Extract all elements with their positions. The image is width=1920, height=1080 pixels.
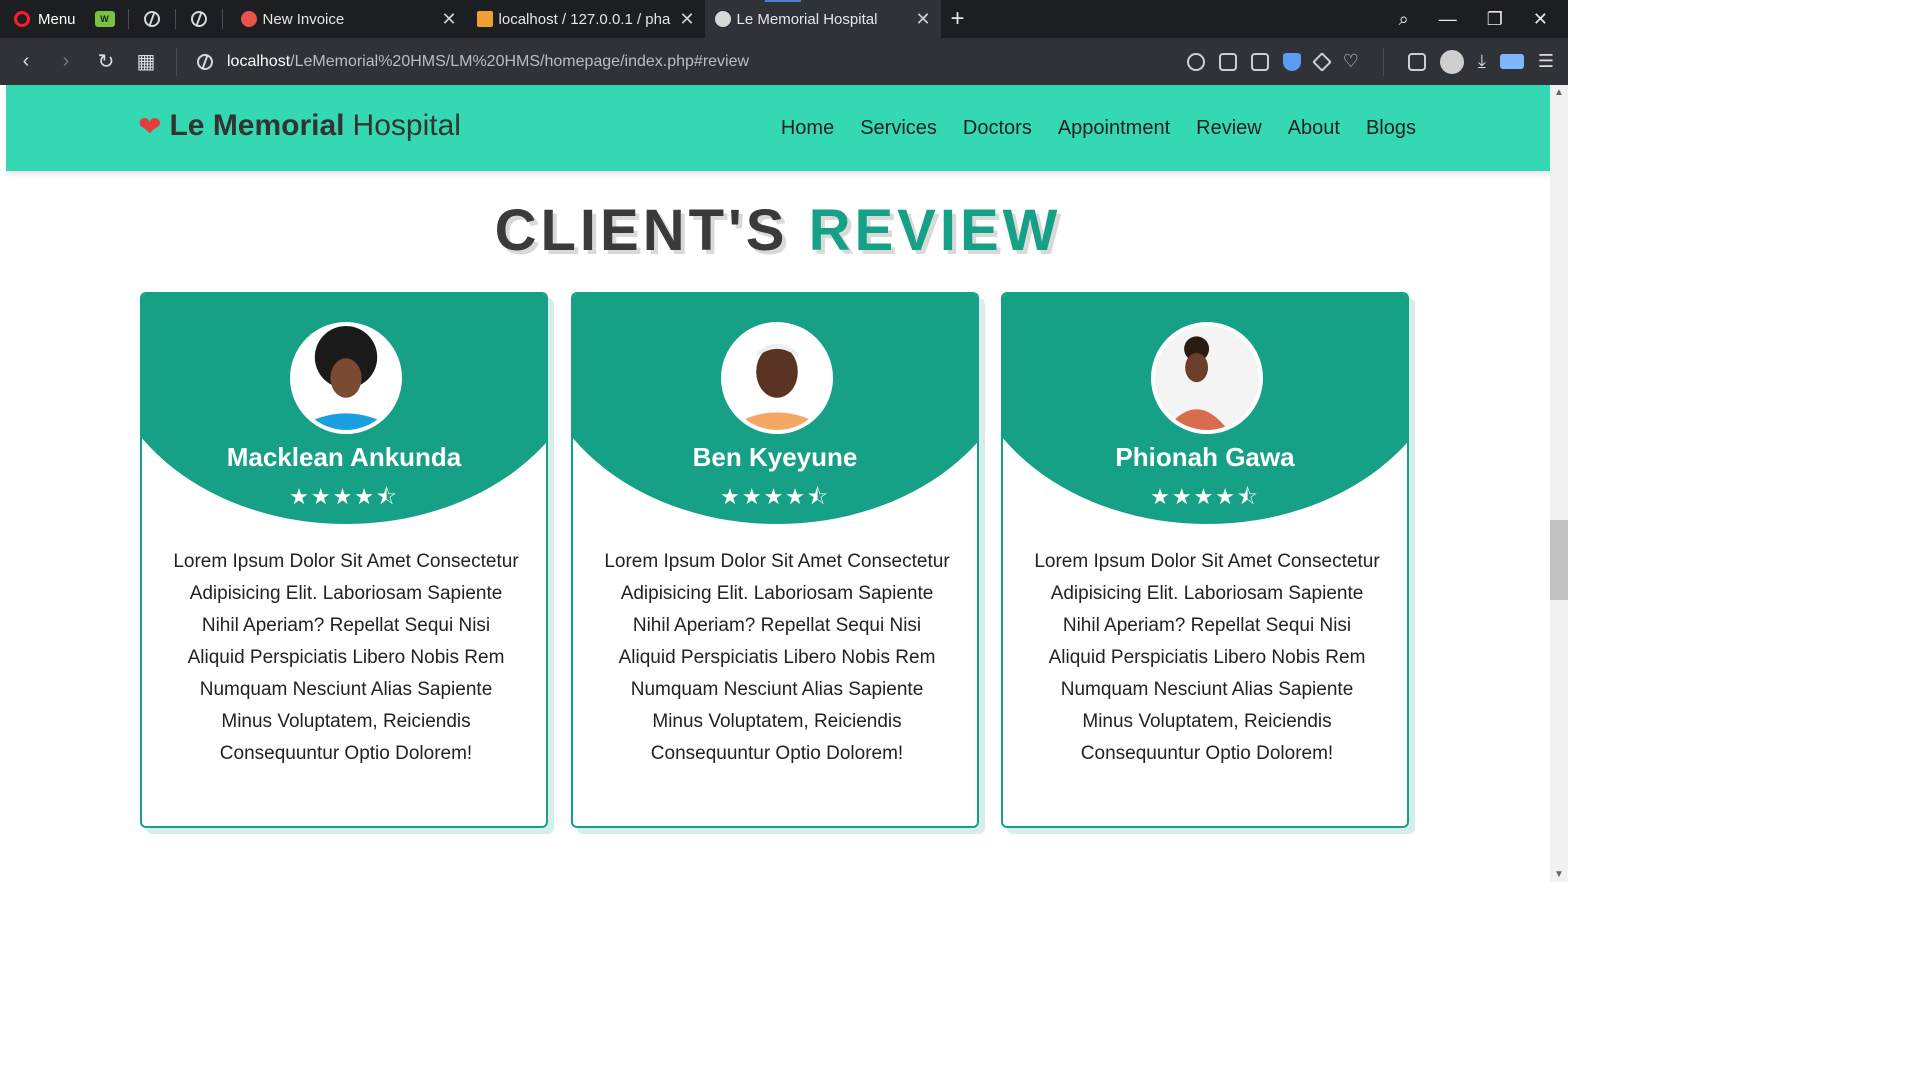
back-icon[interactable]: ‹ [6,50,46,73]
site-logo[interactable]: ❤ Le Memorial Hospital [138,109,461,143]
globe-favicon-icon [714,11,731,27]
nav-services[interactable]: Services [860,117,937,140]
half-star-icon: ⯪ [807,484,830,509]
address-separator [176,47,177,76]
phpmyadmin-favicon-icon [476,11,493,27]
address-bar-row: ‹ › ↻ ▦ localhost/LeMemorial%20HMS/LM%20… [0,38,1568,85]
minimize-icon[interactable]: — [1439,9,1457,30]
reviewer-name: Ben Kyeyune [692,442,858,472]
url-path: /LeMemorial%20HMS/LM%20HMS/homepage/inde… [290,52,750,70]
tab-separator [174,9,176,29]
review-text: Lorem Ipsum Dolor Sit Amet Consectetur A… [173,551,519,764]
easy-setup-icon[interactable]: ☰ [1538,51,1554,72]
browser-menu-button[interactable]: Menu [0,0,90,38]
download-icon[interactable]: ⤓ [1478,51,1486,72]
tab-title: Le Memorial Hospital [736,10,878,28]
edit-icon[interactable] [1218,52,1237,71]
speed-dial-icon[interactable]: ▦ [126,49,166,74]
section-title-accent: REVIEW [808,198,1062,263]
star-rating: ★★★★⯪ [289,484,399,509]
opera-logo-icon [14,11,30,27]
nav-about[interactable]: About [1288,117,1340,140]
reviewer-avatar [290,322,402,434]
tab-title: New Invoice [262,10,345,28]
tab-separator [127,9,129,29]
browser-tab-bar: Menu W New Invoice ✕ localhost / 127.0.0… [0,0,1568,38]
new-tab-button[interactable]: + [951,5,965,33]
close-tab-icon[interactable]: ✕ [441,9,456,30]
star-rating: ★★★★⯪ [1150,484,1260,509]
half-star-icon: ⯪ [1237,484,1260,509]
reviewer-name: Macklean Ankunda [226,442,462,472]
review-text: Lorem Ipsum Dolor Sit Amet Consectetur A… [604,551,950,764]
scroll-up-icon[interactable]: ▲ [1554,87,1564,98]
logo-regular-text: Hospital [352,109,461,142]
heart-icon[interactable]: ♡ [1343,51,1359,72]
close-tab-icon[interactable]: ✕ [915,9,930,30]
nav-home[interactable]: Home [781,117,834,140]
reload-icon[interactable]: ↻ [86,49,126,74]
page-viewport: ❤ Le Memorial Hospital Home Services Doc… [6,85,1550,882]
browser-tab-active[interactable]: Le Memorial Hospital ✕ [704,0,941,38]
url-host: localhost [227,52,291,70]
send-icon[interactable] [1311,51,1332,72]
section-title-part1: CLIENT'S [494,198,789,263]
adblock-shield-icon[interactable] [1282,52,1301,71]
globe-pinned-icon[interactable] [188,8,210,30]
profile-avatar-icon[interactable] [1439,49,1464,74]
restore-icon[interactable]: ❐ [1487,9,1503,30]
globe-pinned-icon[interactable] [141,8,163,30]
nav-review[interactable]: Review [1196,117,1262,140]
address-separator [1382,47,1384,76]
heartbeat-icon: ❤ [138,110,162,142]
tab-title: localhost / 127.0.0.1 / phar [498,10,672,28]
browser-tab[interactable]: localhost / 127.0.0.1 / phar ✕ [467,0,705,38]
nav-blogs[interactable]: Blogs [1366,117,1416,140]
scroll-down-icon[interactable]: ▼ [1554,869,1564,880]
close-window-icon[interactable]: ✕ [1533,9,1548,30]
reviewer-name: Phionah Gawa [1115,442,1295,472]
reviewer-avatar [1151,322,1263,434]
scrollbar-thumb[interactable] [1550,520,1568,600]
review-card: Macklean Ankunda ★★★★⯪ Lorem Ipsum Dolor… [140,292,548,828]
forward-icon[interactable]: › [46,50,86,73]
main-nav: Home Services Doctors Appointment Review… [781,117,1416,140]
whatsapp-pinned-icon[interactable]: W [94,8,116,30]
reviewer-avatar [721,322,833,434]
browser-tab[interactable]: New Invoice ✕ [231,0,467,38]
search-in-page-icon[interactable] [1186,52,1205,71]
star-rating: ★★★★⯪ [720,484,830,509]
extensions-cube-icon[interactable] [1407,52,1426,71]
section-title: CLIENT'S REVIEW [6,197,1550,264]
invoice-favicon-icon [240,11,257,27]
nav-doctors[interactable]: Doctors [963,117,1032,140]
site-header: ❤ Le Memorial Hospital Home Services Doc… [6,85,1550,171]
page-scrollbar[interactable]: ▲ ▼ [1550,85,1568,882]
half-star-icon: ⯪ [376,484,399,509]
logo-bold-text: Le Memorial [169,109,345,142]
review-card: Phionah Gawa ★★★★⯪ Lorem Ipsum Dolor Sit… [1001,292,1409,828]
close-tab-icon[interactable]: ✕ [679,9,694,30]
tab-search-icon[interactable]: ⌕ [1399,9,1409,30]
tab-separator [221,9,223,29]
nav-appointment[interactable]: Appointment [1058,117,1170,140]
browser-menu-label: Menu [38,10,76,28]
url-field[interactable]: localhost/LeMemorial%20HMS/LM%20HMS/home… [227,53,749,71]
camera-icon[interactable] [1250,52,1269,71]
review-card: Ben Kyeyune ★★★★⯪ Lorem Ipsum Dolor Sit … [571,292,979,828]
battery-saver-icon[interactable] [1499,54,1524,69]
site-info-icon[interactable] [197,53,213,70]
review-text: Lorem Ipsum Dolor Sit Amet Consectetur A… [1034,551,1380,764]
